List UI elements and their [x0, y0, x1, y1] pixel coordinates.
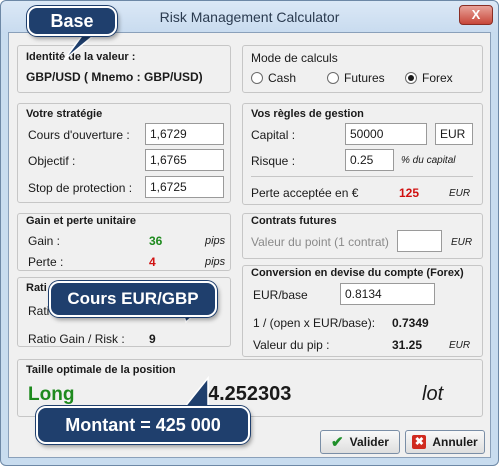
amount-callout: Montant = 425 000 [36, 406, 250, 444]
base-callout: Base [27, 6, 117, 36]
callout-pointers [63, 21, 209, 419]
eur-gbp-rate-callout: Cours EUR/GBP [49, 281, 217, 317]
amount-callout-text: Montant = 425 000 [65, 414, 221, 435]
base-callout-text: Base [50, 10, 94, 31]
eur-gbp-rate-callout-text: Cours EUR/GBP [67, 289, 199, 308]
